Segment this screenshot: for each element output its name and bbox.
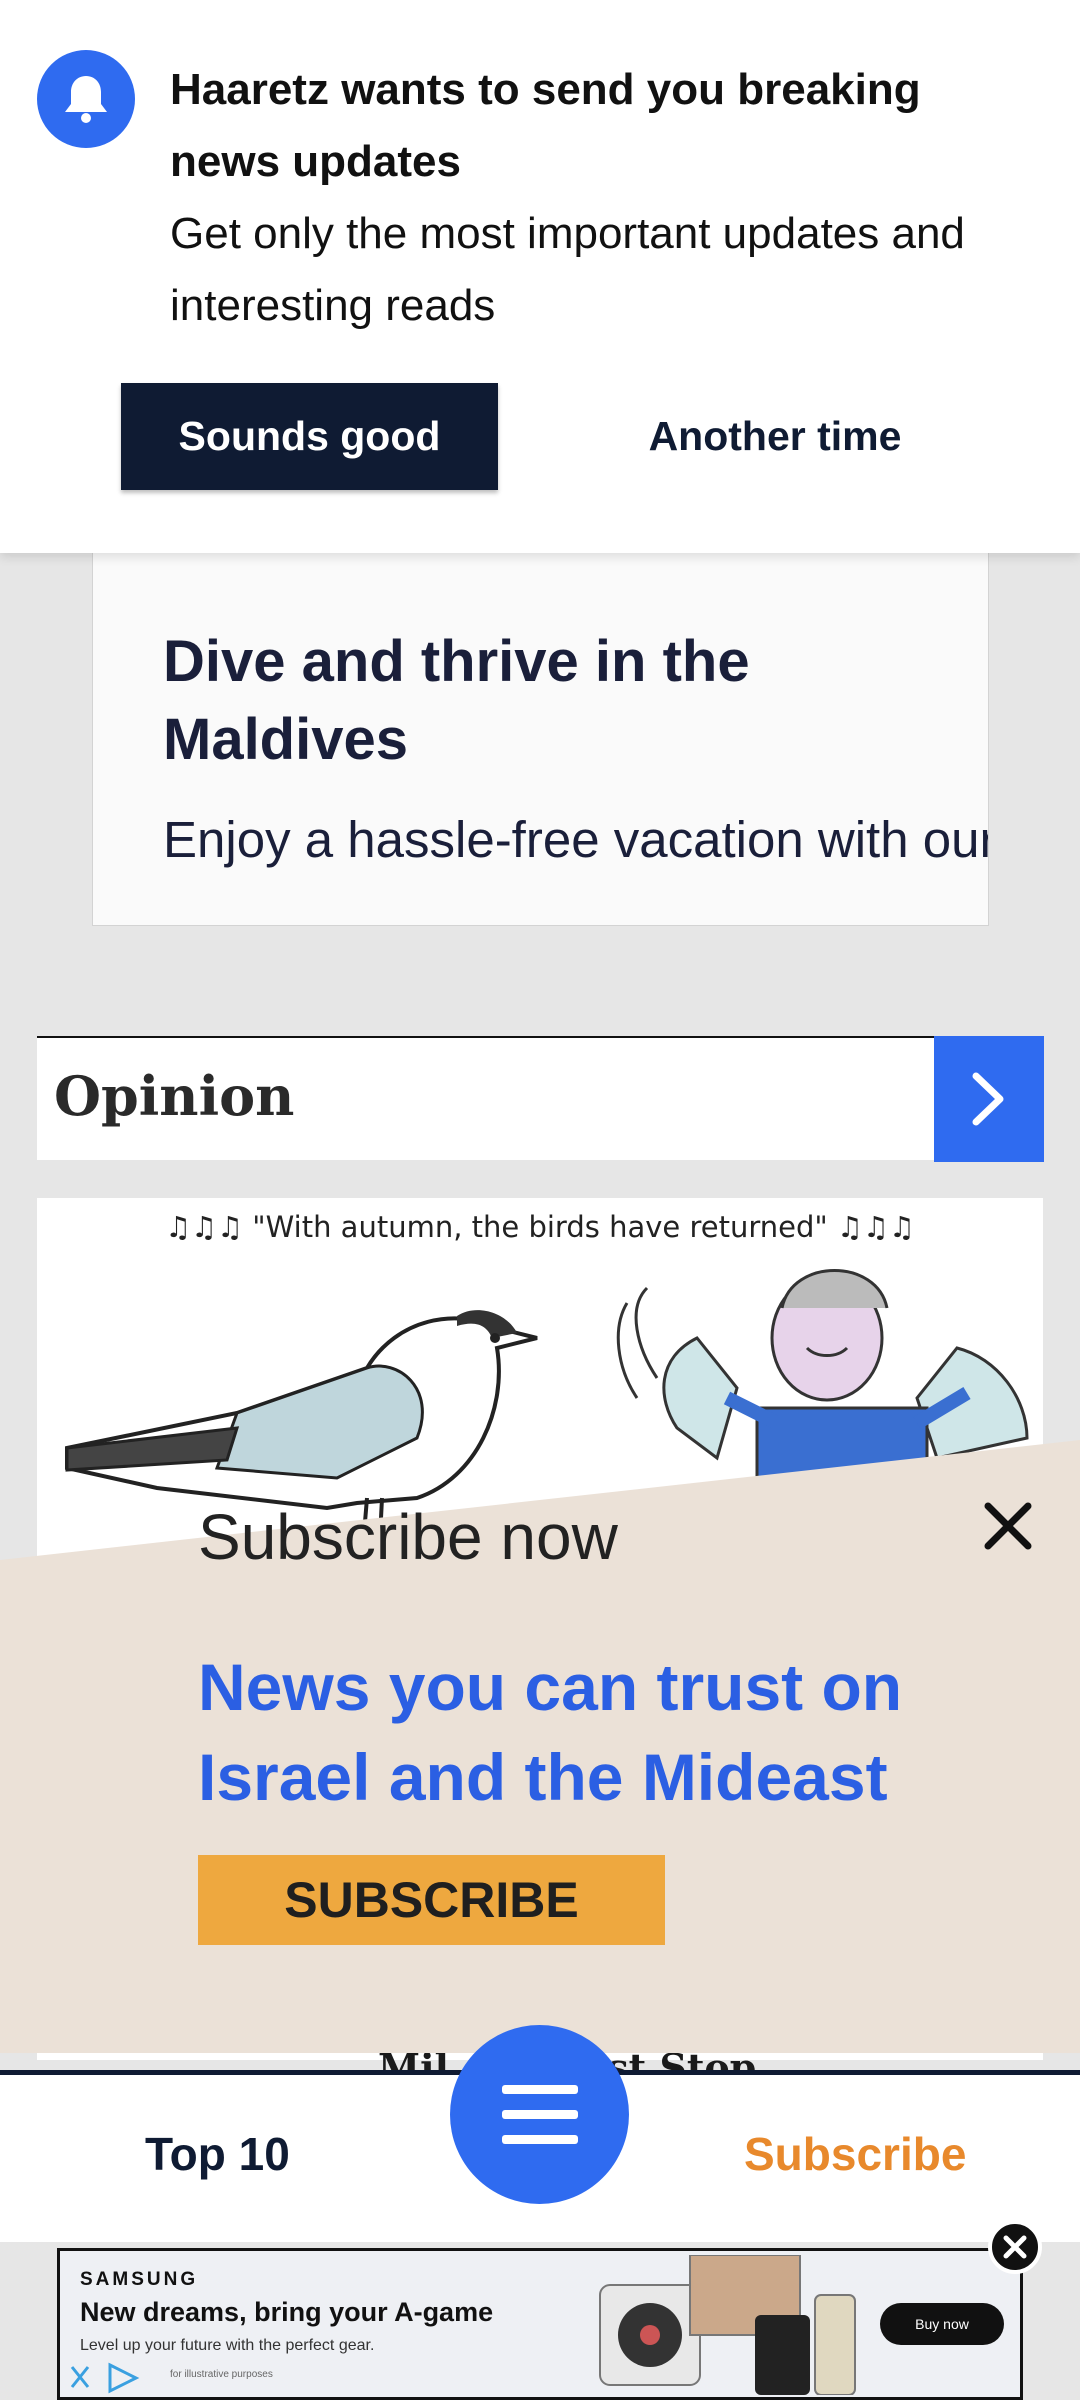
close-button[interactable] <box>978 1496 1038 1556</box>
banner-subline: Level up your future with the perfect ge… <box>80 2337 375 2354</box>
buy-now-button[interactable]: Buy now <box>880 2303 1004 2345</box>
menu-button[interactable] <box>450 2025 629 2204</box>
notification-prompt: Haaretz wants to send you breaking news … <box>0 0 1080 553</box>
close-icon <box>1003 2235 1027 2259</box>
banner-brand: SAMSUNG <box>80 2269 199 2290</box>
ad-subtitle: Enjoy a hassle-free vacation with our Al… <box>163 811 988 868</box>
subscribe-overlay: Subscribe now News you can trust on Isra… <box>0 1430 1080 2053</box>
subscribe-tagline: News you can trust on Israel and the Mid… <box>198 1650 903 1814</box>
subscribe-heading: Subscribe now <box>198 1501 618 1573</box>
product-images <box>599 2255 856 2395</box>
ad-title: Dive and thrive in the Maldives <box>163 629 750 772</box>
another-time-button[interactable]: Another time <box>580 383 970 490</box>
section-header: Opinion <box>37 1036 1044 1162</box>
adchoices-icon[interactable] <box>68 2361 158 2395</box>
close-icon <box>984 1502 1032 1550</box>
sounds-good-button[interactable]: Sounds good <box>121 383 498 490</box>
banner-ad[interactable]: SAMSUNG New dreams, bring your A-game Le… <box>57 2248 1023 2400</box>
chevron-right-icon <box>972 1072 1004 1126</box>
section-title: Opinion <box>54 1064 295 1128</box>
ad-card[interactable]: Dive and thrive in the Maldives Enjoy a … <box>92 553 989 926</box>
nav-top10[interactable]: Top 10 <box>145 2127 290 2181</box>
bell-icon <box>37 50 135 148</box>
notification-title: Haaretz wants to send you breaking news … <box>170 65 921 186</box>
banner-headline: New dreams, bring your A-game <box>80 2297 494 2327</box>
banner-close-button[interactable] <box>988 2220 1042 2274</box>
section-more-button[interactable] <box>934 1036 1044 1162</box>
nav-subscribe[interactable]: Subscribe <box>744 2127 966 2181</box>
subscribe-button[interactable]: SUBSCRIBE <box>198 1855 665 1945</box>
notification-body: Get only the most important updates and … <box>170 209 965 330</box>
banner-fine-print: for illustrative purposes <box>170 2369 273 2380</box>
